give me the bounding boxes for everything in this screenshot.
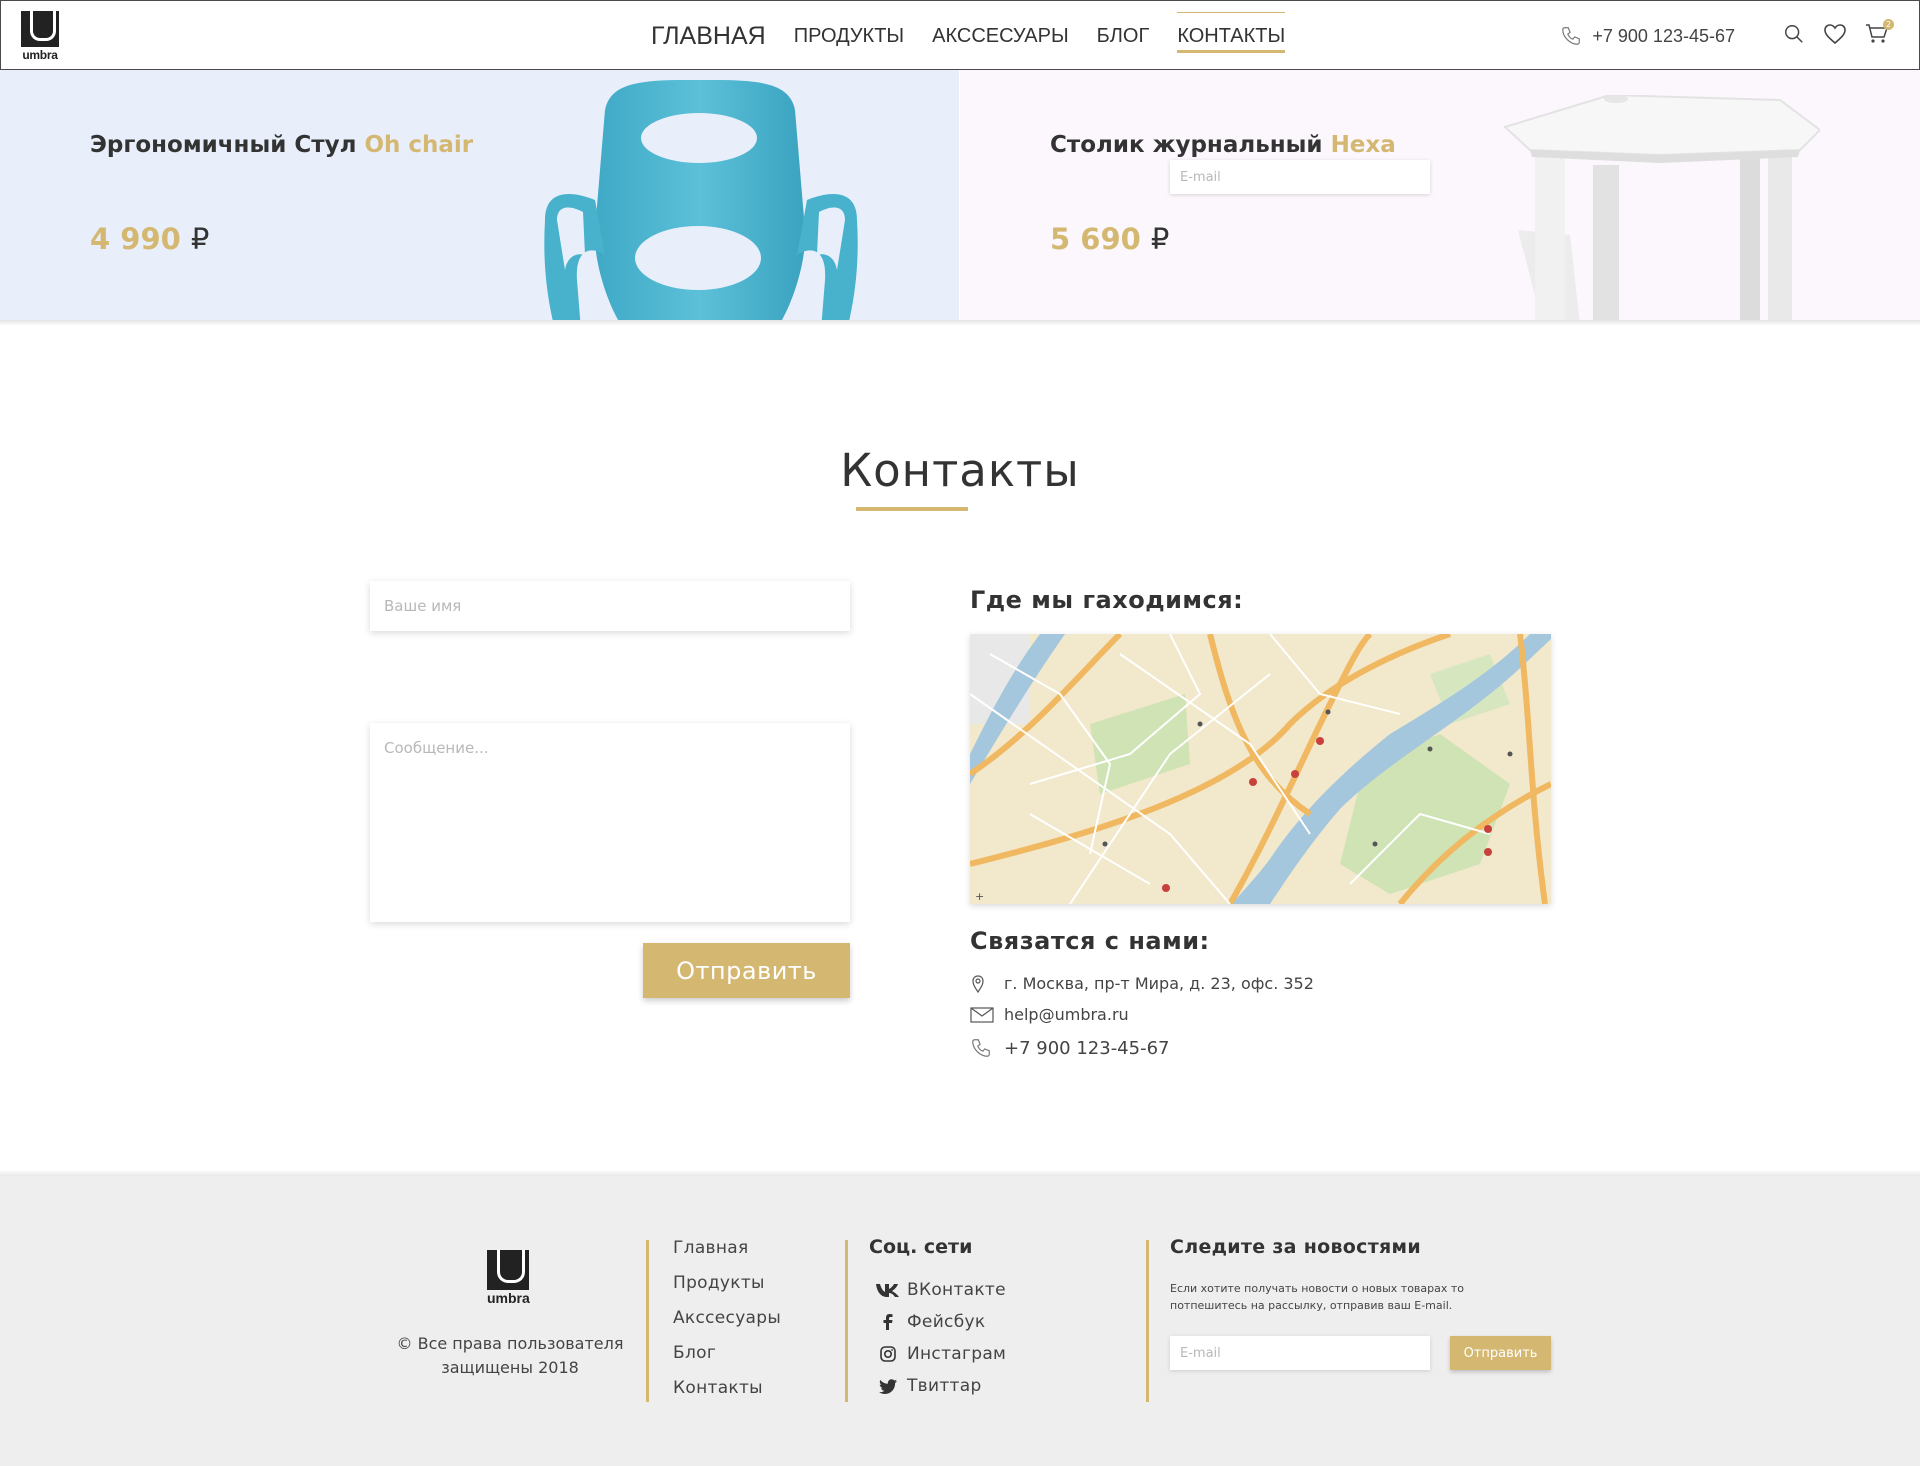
location-heading: Где мы гаходимся: <box>970 586 1244 614</box>
chair-image <box>544 80 858 320</box>
copyright-line-2: защищены 2018 <box>441 1358 579 1377</box>
footer-divider <box>845 1240 848 1402</box>
svg-text:+: + <box>975 890 984 903</box>
logo[interactable]: umbra <box>21 11 59 62</box>
banner-chair[interactable]: Эргономичный Стул Oh chair 4 990 ₽ <box>0 70 959 320</box>
phone-icon <box>970 1037 1004 1059</box>
nav-item-accessories[interactable]: АКССЕСУАРЫ <box>932 25 1069 48</box>
footer-nav-contacts[interactable]: Контакты <box>673 1378 781 1413</box>
newsletter-email-input[interactable] <box>1170 1336 1430 1370</box>
social-link-instagram[interactable]: Инстаграм <box>869 1338 1006 1370</box>
contact-address: г. Москва, пр-т Мира, д. 23, офс. 352 <box>970 974 1314 993</box>
phone-icon <box>1562 27 1581 45</box>
message-textarea[interactable] <box>370 723 850 922</box>
title-underline <box>856 507 968 511</box>
nav-item-products[interactable]: ПРОДУКТЫ <box>794 25 904 48</box>
page-title: Контакты <box>840 444 1080 497</box>
footer-nav-home[interactable]: Главная <box>673 1238 781 1273</box>
header: umbra ГЛАВНАЯ ПРОДУКТЫ АКССЕСУАРЫ БЛОГ К… <box>0 0 1920 70</box>
social-heading: Соц. сети <box>869 1236 973 1258</box>
banner-title-accent: Oh chair <box>364 132 474 158</box>
banner-title-text: Эргономичный Стул <box>90 132 357 158</box>
banner-price-value: 5 690 <box>1050 222 1141 256</box>
social-list: ВКонтакте Фейсбук Инстаграм Твиттар <box>869 1274 1006 1402</box>
contact-email-text: help@umbra.ru <box>1004 1005 1129 1024</box>
cart-icon[interactable]: 2 <box>1865 19 1894 49</box>
facebook-icon <box>869 1314 907 1330</box>
table-image <box>1503 95 1820 320</box>
send-button[interactable]: Отправить <box>643 943 850 998</box>
header-phone-number: +7 900 123-45-67 <box>1592 25 1735 46</box>
location-map[interactable]: + <box>970 634 1551 904</box>
newsletter-send-button[interactable]: Отправить <box>1450 1336 1551 1370</box>
header-actions: +7 900 123-45-67 2 <box>1560 1 1894 71</box>
mail-icon <box>970 1006 1004 1023</box>
social-label: Инстаграм <box>907 1344 1007 1364</box>
footer-nav-blog[interactable]: Блог <box>673 1343 781 1378</box>
footer-logo-mark <box>487 1250 529 1290</box>
cart-count-badge: 2 <box>1883 19 1894 30</box>
banner-price: 5 690 ₽ <box>1050 222 1169 256</box>
social-link-facebook[interactable]: Фейсбук <box>869 1306 1006 1338</box>
banner-price: 4 990 ₽ <box>90 222 209 256</box>
nav-item-blog[interactable]: БЛОГ <box>1097 25 1150 48</box>
banner-title-text: Столик журнальный <box>1050 132 1323 158</box>
contact-email[interactable]: help@umbra.ru <box>970 1005 1129 1024</box>
banner-shadow <box>0 320 1920 326</box>
name-input[interactable] <box>370 581 850 631</box>
footer-logo-text: umbra <box>487 1290 530 1306</box>
vk-icon <box>869 1282 907 1298</box>
social-label: ВКонтакте <box>907 1280 1006 1300</box>
currency-icon: ₽ <box>1150 222 1170 256</box>
banner-title: Эргономичный Стул Oh chair <box>90 132 473 158</box>
footer-logo[interactable]: umbra <box>487 1250 530 1306</box>
currency-icon: ₽ <box>190 222 210 256</box>
twitter-icon <box>869 1378 907 1394</box>
banner-table[interactable]: Столик журнальный Hexa 5 690 ₽ <box>960 70 1920 320</box>
location-pin-icon <box>970 974 1004 993</box>
social-link-vk[interactable]: ВКонтакте <box>869 1274 1006 1306</box>
nav-item-contacts[interactable]: КОНТАКТЫ <box>1177 11 1285 53</box>
logo-text: umbra <box>22 48 58 62</box>
banner-title: Столик журнальный Hexa <box>1050 132 1396 158</box>
footer-nav: Главная Продукты Акссесуары Блог Контакт… <box>673 1238 781 1413</box>
footer-nav-accessories[interactable]: Акссесуары <box>673 1308 781 1343</box>
footer: umbra © Все права пользователя защищены … <box>0 1176 1920 1466</box>
search-icon[interactable] <box>1783 23 1805 49</box>
logo-mark <box>21 11 59 47</box>
newsletter-text: Если хотите получать новости о новых тов… <box>1170 1282 1465 1312</box>
map-image: + <box>970 634 1551 904</box>
main-nav: ГЛАВНАЯ ПРОДУКТЫ АКССЕСУАРЫ БЛОГ КОНТАКТ… <box>651 1 1313 71</box>
banner-price-value: 4 990 <box>90 222 181 256</box>
copyright-line-1: © Все права пользователя <box>396 1334 624 1353</box>
social-link-twitter[interactable]: Твиттар <box>869 1370 1006 1402</box>
newsletter-heading: Следите за новостями <box>1170 1236 1421 1258</box>
social-label: Фейсбук <box>907 1312 986 1332</box>
nav-item-home[interactable]: ГЛАВНАЯ <box>651 22 766 51</box>
contact-heading: Связатся с нами: <box>970 927 1210 955</box>
contact-phone-text: +7 900 123-45-67 <box>1004 1037 1170 1059</box>
email-input[interactable] <box>1170 160 1430 194</box>
contact-address-text: г. Москва, пр-т Мира, д. 23, офс. 352 <box>1004 974 1314 993</box>
social-label: Твиттар <box>907 1376 982 1396</box>
heart-icon[interactable] <box>1823 23 1847 49</box>
contact-phone[interactable]: +7 900 123-45-67 <box>970 1037 1170 1059</box>
footer-nav-products[interactable]: Продукты <box>673 1273 781 1308</box>
instagram-icon <box>869 1346 907 1362</box>
footer-divider <box>646 1240 649 1402</box>
banner-title-accent: Hexa <box>1330 132 1396 158</box>
footer-divider <box>1146 1240 1149 1402</box>
header-phone[interactable]: +7 900 123-45-67 <box>1560 25 1735 47</box>
copyright: © Все права пользователя защищены 2018 <box>390 1332 630 1380</box>
